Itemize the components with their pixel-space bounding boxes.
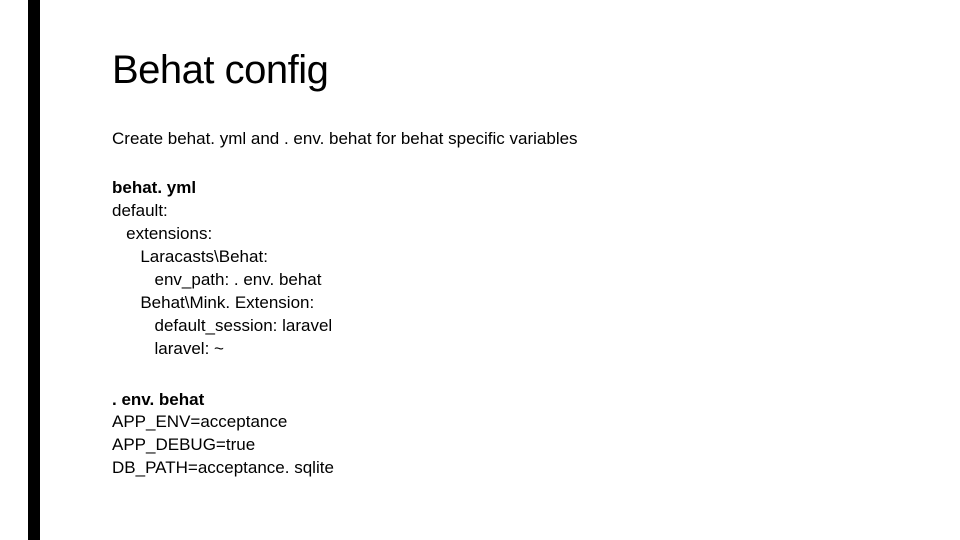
intro-text: Create behat. yml and . env. behat for b… — [112, 129, 920, 149]
code-line: extensions: — [112, 223, 920, 246]
slide-title: Behat config — [112, 48, 920, 93]
code-line: default: — [112, 200, 920, 223]
slide-content: Behat config Create behat. yml and . env… — [112, 48, 920, 508]
code-line: laravel: ~ — [112, 338, 920, 361]
code-line: env_path: . env. behat — [112, 269, 920, 292]
code-line: APP_ENV=acceptance — [112, 411, 920, 434]
env-behat-block: . env. behat APP_ENV=acceptance APP_DEBU… — [112, 389, 920, 481]
code-line: Laracasts\Behat: — [112, 246, 920, 269]
env-behat-heading: . env. behat — [112, 389, 920, 412]
slide-accent-bar — [28, 0, 40, 540]
code-line: default_session: laravel — [112, 315, 920, 338]
code-line: DB_PATH=acceptance. sqlite — [112, 457, 920, 480]
behat-yml-block: behat. yml default: extensions: Laracast… — [112, 177, 920, 361]
code-line: Behat\Mink. Extension: — [112, 292, 920, 315]
behat-yml-heading: behat. yml — [112, 177, 920, 200]
code-line: APP_DEBUG=true — [112, 434, 920, 457]
